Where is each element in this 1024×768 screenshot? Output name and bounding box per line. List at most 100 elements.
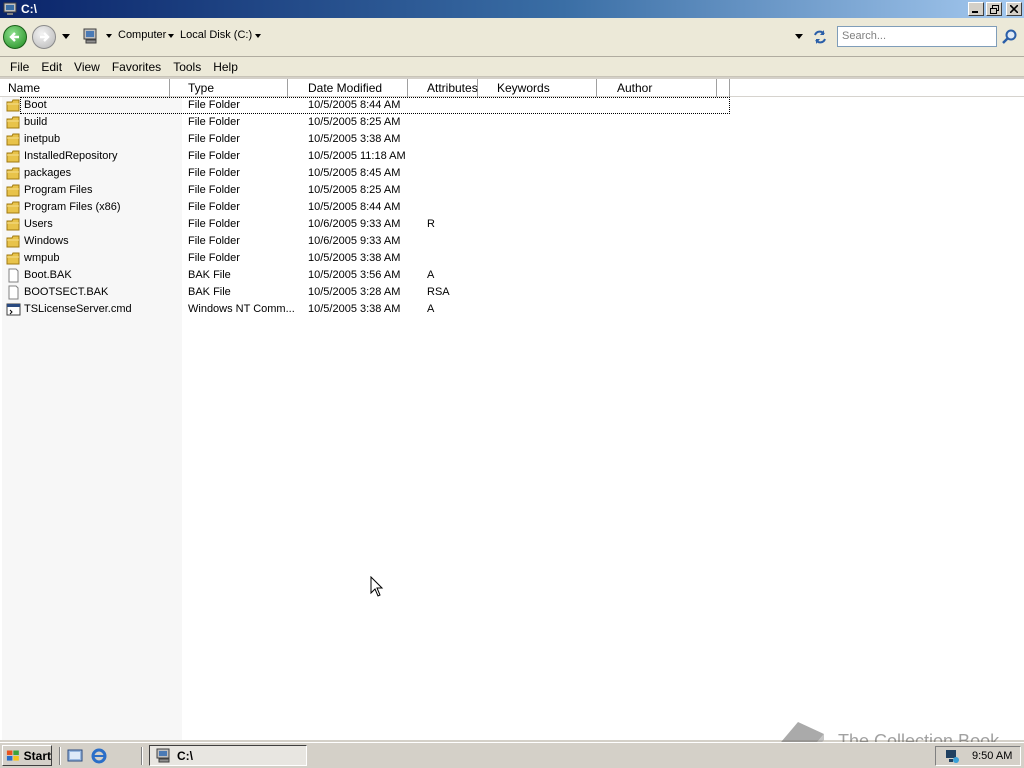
column-header-label: Author — [617, 81, 653, 95]
arrow-left-icon — [9, 32, 19, 42]
clock[interactable]: 9:50 AM — [972, 750, 1012, 762]
internet-explorer-icon[interactable] — [91, 748, 107, 764]
quick-launch-separator — [59, 747, 61, 765]
start-button[interactable]: Start — [2, 745, 52, 766]
file-row[interactable]: packages File Folder 10/5/2005 8:45 AM — [0, 165, 1024, 182]
file-date-modified: 10/5/2005 11:18 AM — [308, 150, 406, 162]
column-header-attributes[interactable]: Attributes — [421, 79, 478, 97]
folder-icon — [6, 150, 20, 163]
computer-icon — [3, 2, 17, 15]
close-icon — [1010, 5, 1018, 13]
close-button[interactable] — [1006, 2, 1022, 16]
file-date-modified: 10/5/2005 3:28 AM — [308, 286, 401, 298]
file-type: File Folder — [188, 184, 240, 196]
file-type: File Folder — [188, 201, 240, 213]
column-header-author[interactable]: Author — [611, 79, 717, 97]
file-row[interactable]: Boot.BAK BAK File 10/5/2005 3:56 AM A — [0, 267, 1024, 284]
file-date-modified: 10/5/2005 3:38 AM — [308, 133, 401, 145]
column-header-label: Keywords — [497, 81, 550, 95]
file-name: packages — [24, 167, 72, 179]
file-date-modified: 10/5/2005 8:25 AM — [308, 184, 401, 196]
column-header-date-modified[interactable]: Date Modified — [302, 79, 408, 97]
address-toolbar: Computer Local Disk (C:) Search... — [0, 18, 1024, 57]
file-row[interactable]: Program Files File Folder 10/5/2005 8:25 A… — [0, 182, 1024, 199]
show-desktop-icon[interactable] — [67, 748, 83, 764]
column-header-label: Attributes — [427, 81, 478, 95]
file-name: Boot — [24, 99, 47, 111]
file-date-modified: 10/6/2005 9:33 AM — [308, 218, 401, 230]
file-row[interactable]: Program Files (x86) File Folder 10/5/2005 … — [0, 199, 1024, 216]
menu-favorites[interactable]: Favorites — [106, 60, 167, 74]
folder-icon — [6, 133, 20, 146]
file-type: BAK File — [188, 269, 231, 281]
file-row[interactable]: Users File Folder 10/6/2005 9:33 AM R — [0, 216, 1024, 233]
file-type: Windows NT Comm... — [188, 303, 295, 315]
file-row[interactable]: Boot File Folder 10/5/2005 8:44 AM — [0, 97, 1024, 114]
column-header-label: Type — [188, 81, 215, 95]
file-row[interactable]: BOOTSECT.BAK BAK File 10/5/2005 3:28 AM RSA — [0, 284, 1024, 301]
column-header-spacer — [717, 79, 730, 97]
title-bar[interactable]: C:\ — [0, 0, 1024, 18]
restore-icon — [989, 4, 999, 14]
menu-bar: File Edit View Favorites Tools Help — [0, 57, 1024, 77]
folder-icon — [6, 167, 20, 180]
file-type: File Folder — [188, 150, 240, 162]
file-type: File Folder — [188, 99, 240, 111]
column-header-name[interactable]: Name — [2, 79, 170, 97]
column-header-type[interactable]: Type — [182, 79, 288, 97]
menu-view[interactable]: View — [68, 60, 106, 74]
file-date-modified: 10/5/2005 3:56 AM — [308, 269, 401, 281]
file-date-modified: 10/5/2005 8:25 AM — [308, 116, 401, 128]
menu-edit[interactable]: Edit — [35, 60, 68, 74]
search-icon[interactable] — [1001, 28, 1019, 46]
forward-button[interactable] — [32, 25, 56, 49]
chevron-down-icon[interactable] — [255, 34, 261, 38]
file-row[interactable]: Windows File Folder 10/6/2005 9:33 AM — [0, 233, 1024, 250]
chevron-down-icon[interactable] — [168, 34, 174, 38]
minimize-icon — [972, 11, 978, 13]
file-name: build — [24, 116, 48, 128]
file-list[interactable]: Boot File Folder 10/5/2005 8:44 AM build Fil… — [0, 97, 1024, 740]
column-header-label: Name — [8, 81, 41, 95]
computer-icon — [83, 28, 97, 44]
file-name: Boot.BAK — [24, 269, 72, 281]
file-row[interactable]: wmpub File Folder 10/5/2005 3:38 AM — [0, 250, 1024, 267]
breadcrumb-local-disk[interactable]: Local Disk (C:) — [180, 29, 252, 41]
file-row[interactable]: InstalledRepository File Folder 10/5/2005 … — [0, 148, 1024, 165]
taskbar-button-explorer[interactable]: C:\ — [149, 745, 307, 766]
arrow-right-icon — [40, 32, 50, 42]
network-icon[interactable] — [944, 748, 960, 764]
file-row[interactable]: inetpub File Folder 10/5/2005 3:38 AM — [0, 131, 1024, 148]
file-date-modified: 10/5/2005 8:44 AM — [308, 99, 401, 111]
file-attributes: A — [427, 303, 435, 315]
refresh-icon[interactable] — [811, 28, 829, 46]
menu-file[interactable]: File — [4, 60, 35, 74]
menu-help[interactable]: Help — [207, 60, 244, 74]
search-input[interactable]: Search... — [837, 26, 997, 47]
file-name: wmpub — [24, 252, 60, 264]
file-attributes: R — [427, 218, 435, 230]
file-type: File Folder — [188, 167, 240, 179]
back-button[interactable] — [3, 25, 27, 49]
folder-icon — [6, 116, 20, 129]
menu-tools[interactable]: Tools — [167, 60, 207, 74]
file-type: File Folder — [188, 235, 240, 247]
chevron-down-icon[interactable] — [106, 34, 112, 38]
restore-button[interactable] — [986, 2, 1002, 16]
file-date-modified: 10/5/2005 3:38 AM — [308, 252, 401, 264]
history-dropdown-icon[interactable] — [62, 34, 70, 39]
breadcrumb-computer[interactable]: Computer — [118, 29, 166, 41]
file-row[interactable]: build File Folder 10/5/2005 8:25 AM — [0, 114, 1024, 131]
file-date-modified: 10/6/2005 9:33 AM — [308, 235, 401, 247]
file-icon — [8, 268, 19, 283]
window-title: C:\ — [21, 2, 37, 16]
column-header-keywords[interactable]: Keywords — [491, 79, 597, 97]
file-row[interactable]: TSLicenseServer.cmd Windows NT Comm... 10/… — [0, 301, 1024, 318]
file-name: Program Files — [24, 184, 93, 196]
address-dropdown-icon[interactable] — [795, 34, 803, 39]
minimize-button[interactable] — [968, 2, 984, 16]
folder-icon — [6, 252, 20, 265]
column-headers: Name Type Date Modified Attributes Keywo… — [0, 79, 1024, 97]
file-type: BAK File — [188, 286, 231, 298]
file-attributes: A — [427, 269, 435, 281]
